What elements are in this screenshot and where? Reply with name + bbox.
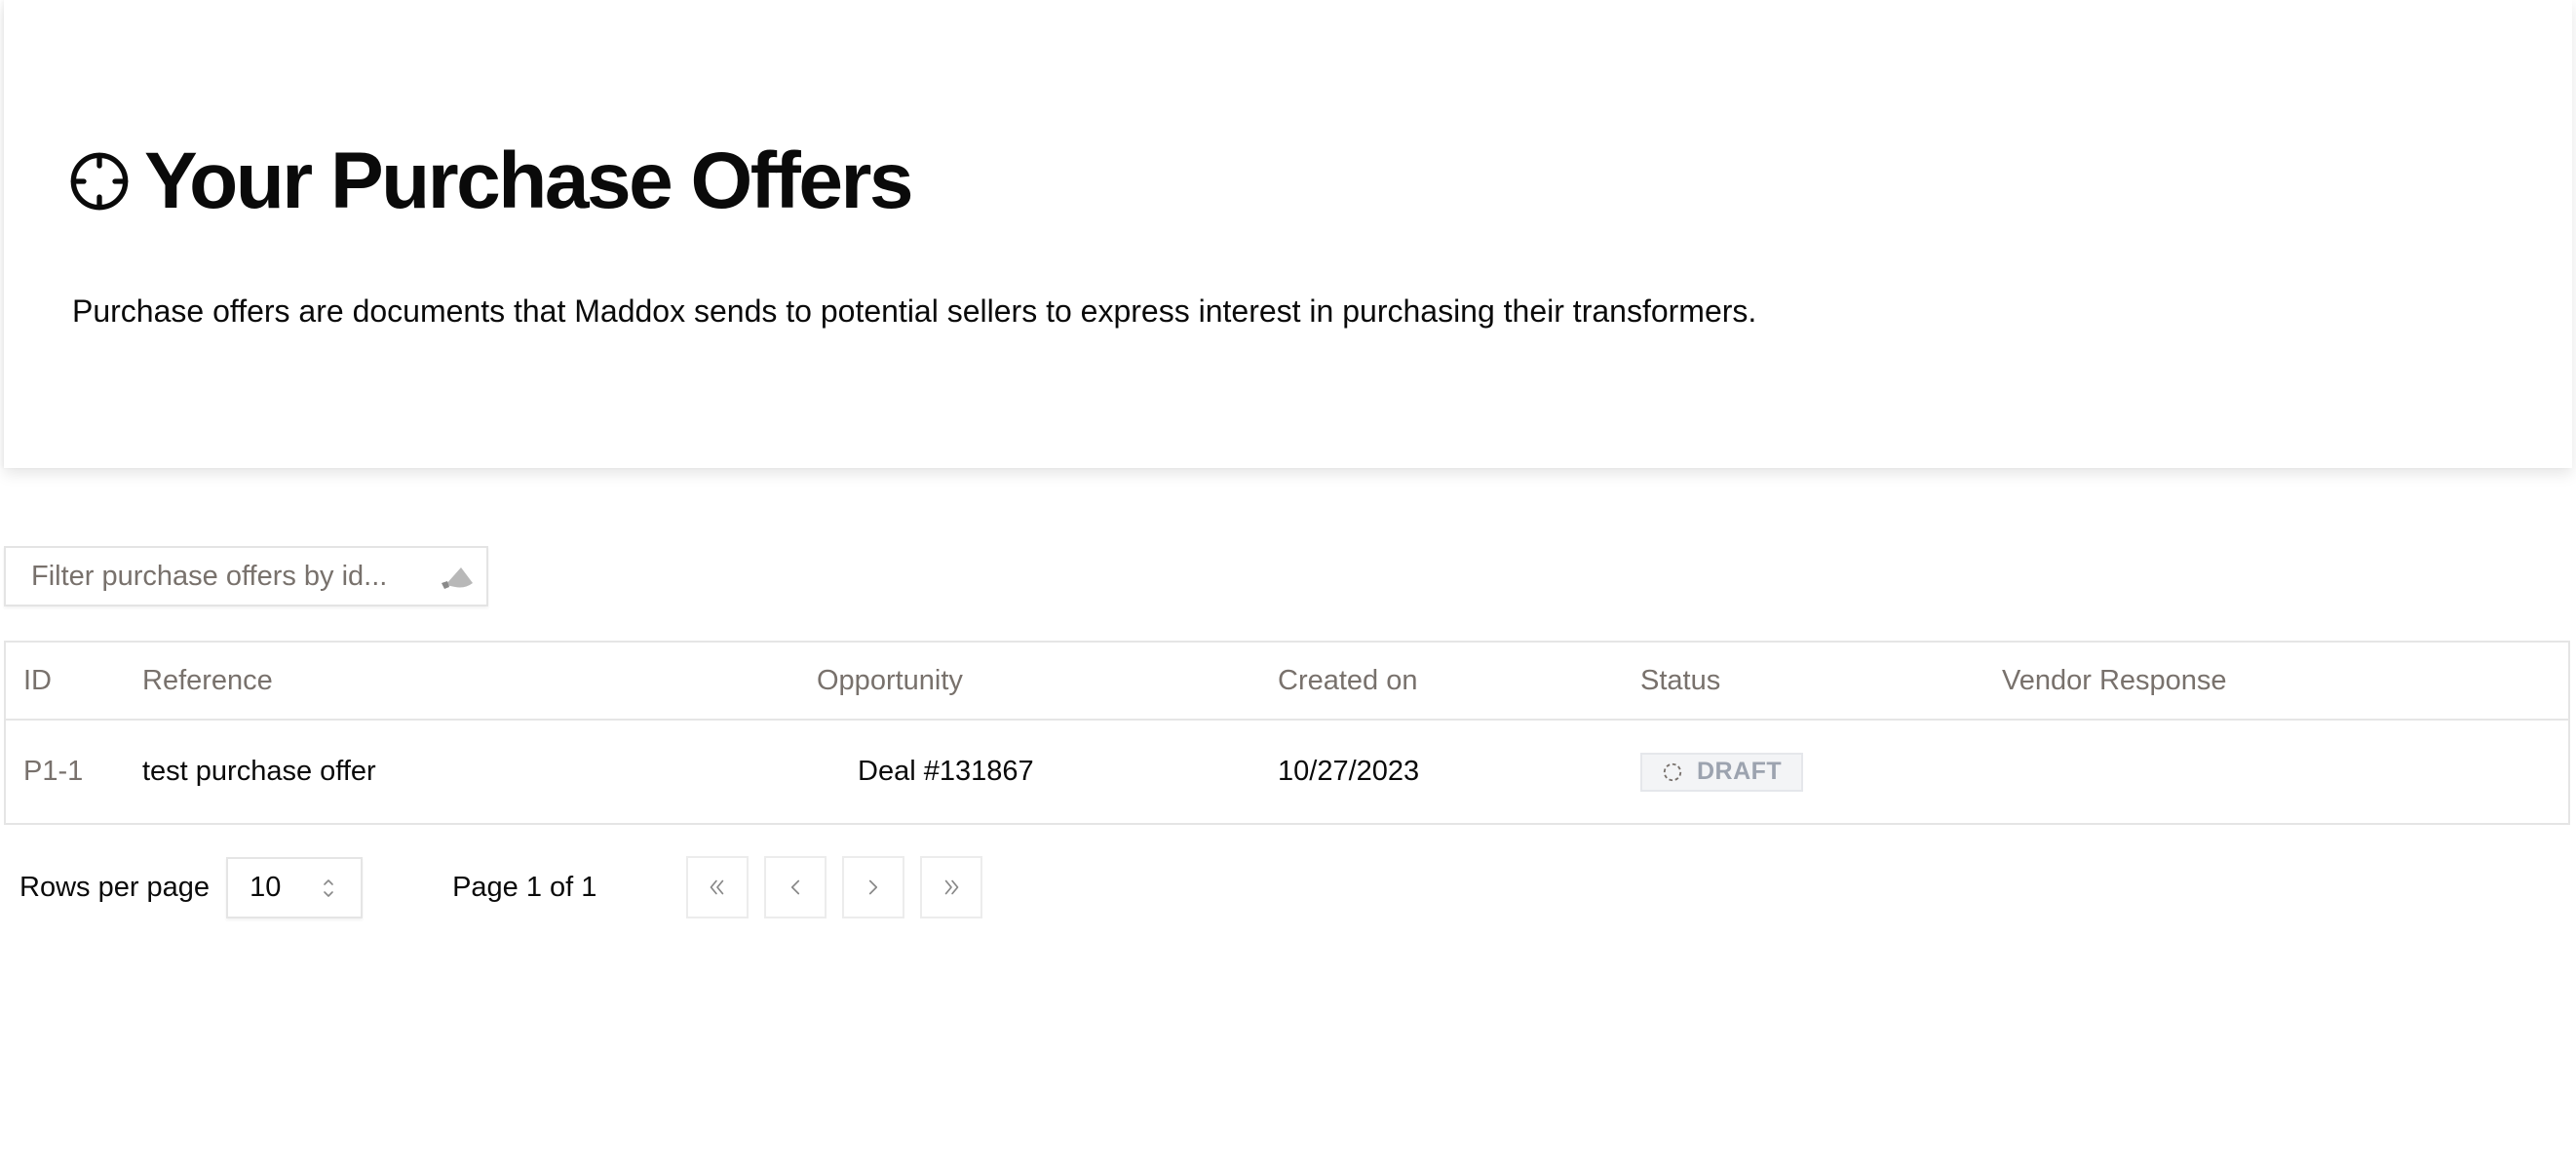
cell-actions [2411,720,2568,823]
column-header-created-on[interactable]: Created on [1278,643,1640,721]
table-row[interactable]: P1-1 test purchase offer Deal #131867 10… [6,720,2568,823]
cell-id: P1-1 [23,756,84,787]
rows-per-page-label: Rows per page [19,871,211,903]
cell-status: DRAFT [1640,720,2002,823]
rows-per-page-value: 10 [250,871,282,903]
page-header: Your Purchase Offers Purchase offers are… [4,0,2572,468]
status-badge: DRAFT [1640,752,1804,792]
last-page-button[interactable] [920,856,983,918]
dashed-circle-icon [1663,762,1682,781]
column-header-id[interactable]: ID [6,643,142,721]
column-header-vendor-response[interactable]: Vendor Response [2002,643,2411,721]
page-navigation [686,856,983,918]
filter-input[interactable] [6,548,415,605]
table-header-row: ID Reference Opportunity Created on Stat… [6,643,2568,721]
filter-field[interactable] [4,546,488,606]
cell-vendor-response [2002,720,2411,823]
page-description: Purchase offers are documents that Maddo… [72,293,1757,329]
cell-reference: test purchase offer [142,756,376,787]
spotlight-icon [442,567,473,589]
status-label: DRAFT [1697,758,1783,785]
page-title-text: Your Purchase Offers [144,137,913,225]
first-page-button[interactable] [686,856,750,918]
purchase-offers-table: ID Reference Opportunity Created on Stat… [4,641,2570,825]
column-header-opportunity[interactable]: Opportunity [817,643,1278,721]
opportunity-link[interactable]: Deal #131867 [817,756,1034,787]
chevron-left-icon [791,879,800,895]
next-page-button[interactable] [842,856,905,918]
chevrons-right-icon [945,879,959,895]
cell-opportunity: Deal #131867 [817,720,1278,823]
cell-created-on: 10/27/2023 [1278,756,1420,787]
chevron-right-icon [869,879,878,895]
chevron-up-down-icon [324,878,333,897]
column-header-status[interactable]: Status [1640,643,2002,721]
page-title: Your Purchase Offers [68,137,913,225]
column-header-actions [2411,643,2568,721]
column-header-reference[interactable]: Reference [142,643,817,721]
chevrons-left-icon [711,879,724,895]
pagination: Rows per page 10 Page 1 of 1 [19,856,983,918]
rows-per-page-select[interactable]: 10 [226,856,364,918]
previous-page-button[interactable] [764,856,827,918]
page-info: Page 1 of 1 [452,871,597,903]
crosshair-icon [70,152,129,211]
